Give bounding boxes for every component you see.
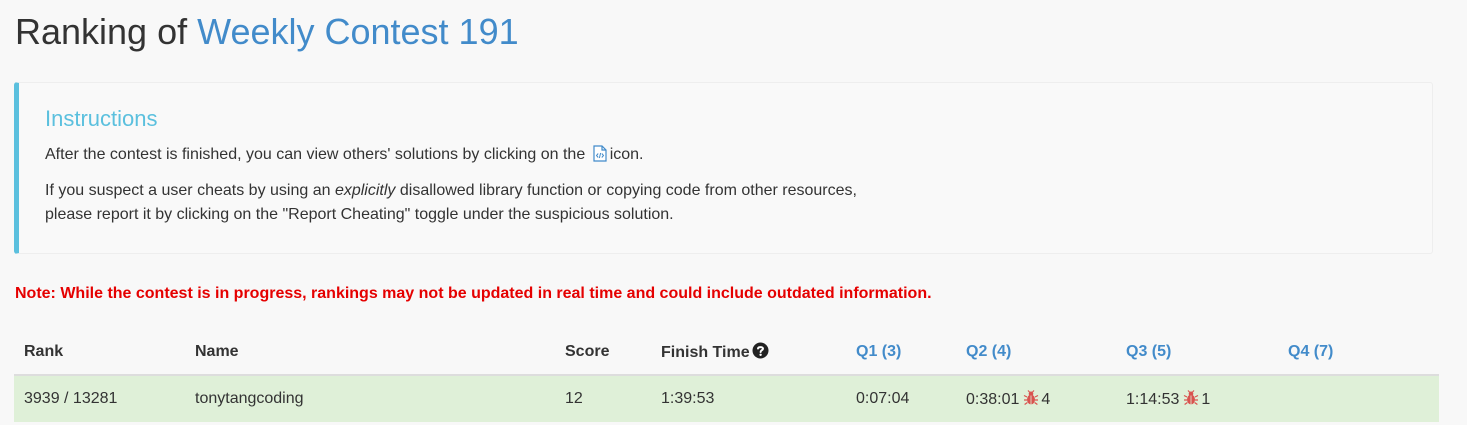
- q1-cell: 0:07:04: [846, 374, 956, 422]
- rank-column-header: Rank: [14, 330, 185, 376]
- q4-column-header[interactable]: Q4 (7): [1278, 330, 1439, 376]
- page-title: Ranking of Weekly Contest 191: [15, 10, 519, 54]
- ranking-header-row: Rank Name Score Finish Time Q1 (3) Q2 (4…: [14, 330, 1439, 376]
- user-name-link[interactable]: tonytangcoding: [195, 390, 304, 407]
- score-cell: 12: [555, 374, 651, 422]
- q2-column-header[interactable]: Q2 (4): [956, 330, 1116, 376]
- progress-note: Note: While the contest is in progress, …: [15, 285, 932, 302]
- finish-time-cell: 1:39:53: [651, 374, 846, 422]
- instructions-line-1-text: After the contest is finished, you can v…: [45, 146, 586, 163]
- instructions-line-1: After the contest is finished, you can v…: [45, 143, 1406, 167]
- page-title-prefix: Ranking of: [15, 11, 198, 52]
- q4-cell: [1278, 374, 1439, 422]
- q3-penalty-count: 1: [1201, 390, 1211, 408]
- instructions-line-3: please report it by clicking on the "Rep…: [45, 206, 674, 223]
- q2-cell: 0:38:01 4: [956, 374, 1116, 422]
- bug-icon: [1023, 389, 1039, 406]
- question-circle-icon[interactable]: [752, 342, 769, 359]
- ranking-table: Rank Name Score Finish Time Q1 (3) Q2 (4…: [14, 330, 1439, 422]
- q3-cell: 1:14:53 1: [1116, 374, 1278, 422]
- instructions-line-2-start: If you suspect a user cheats by using an: [45, 182, 335, 199]
- finish-time-column-header: Finish Time: [651, 330, 846, 376]
- instructions-line-1-end: icon.: [609, 146, 644, 163]
- finish-time-header-label: Finish Time: [661, 344, 750, 361]
- q3-column-header[interactable]: Q3 (5): [1116, 330, 1278, 376]
- name-cell: tonytangcoding: [185, 374, 555, 422]
- instructions-line-2-end: disallowed library function or copying c…: [395, 182, 857, 199]
- bug-icon: [1183, 389, 1199, 406]
- code-file-icon: [593, 145, 607, 162]
- q1-column-header[interactable]: Q1 (3): [846, 330, 956, 376]
- score-column-header: Score: [555, 330, 651, 376]
- instructions-heading: Instructions: [45, 106, 158, 131]
- table-row: 3939 / 13281 tonytangcoding 12 1:39:53 0…: [14, 374, 1439, 422]
- rank-cell: 3939 / 13281: [14, 374, 185, 422]
- q2-penalty-count: 4: [1041, 390, 1051, 408]
- instructions-panel: Instructions After the contest is finish…: [14, 82, 1433, 254]
- name-column-header: Name: [185, 330, 555, 376]
- instructions-line-2-emphasis: explicitly: [334, 182, 396, 199]
- instructions-line-2: If you suspect a user cheats by using an…: [45, 179, 1406, 227]
- q3-time: 1:14:53: [1126, 390, 1180, 408]
- q2-time: 0:38:01: [966, 390, 1020, 408]
- contest-name-link[interactable]: Weekly Contest 191: [197, 11, 519, 52]
